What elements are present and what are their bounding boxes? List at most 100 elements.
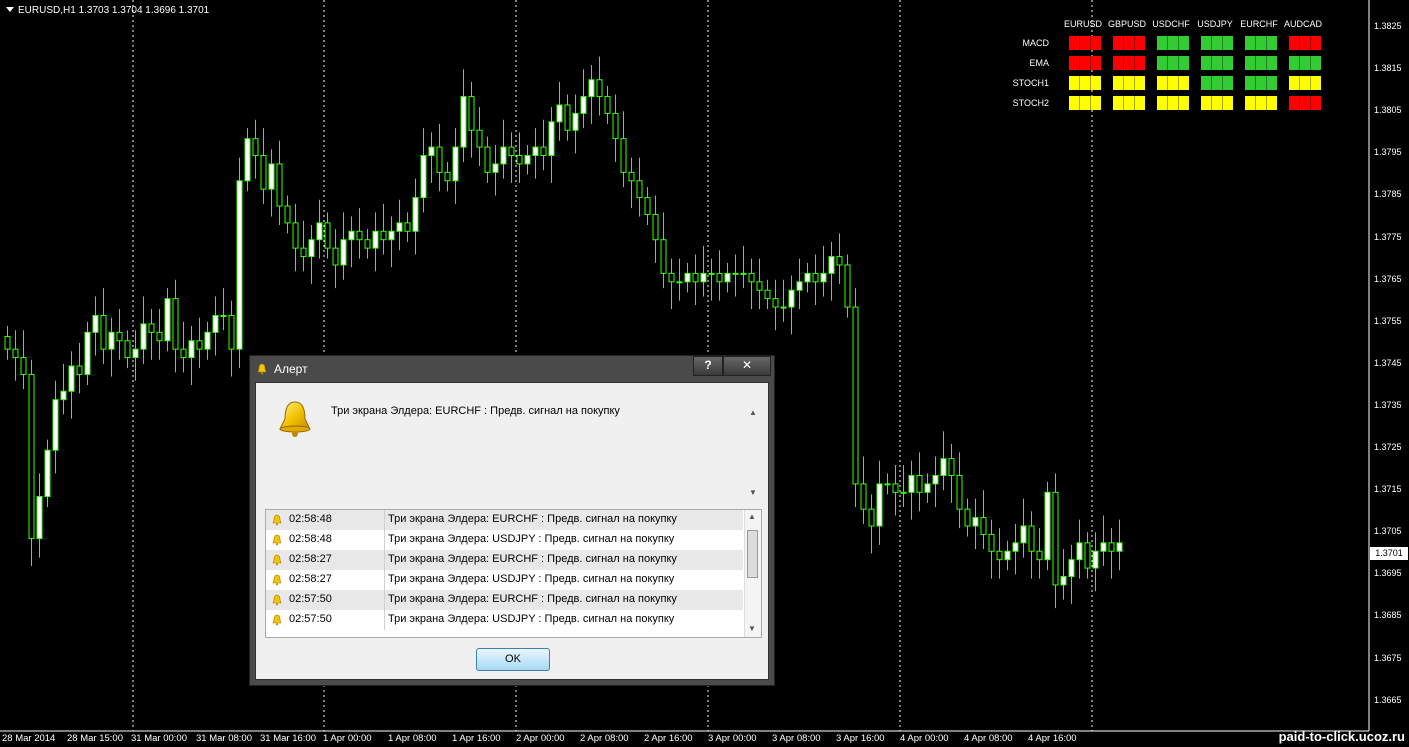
scroll-thumb[interactable] <box>747 530 758 578</box>
signal-cell-green <box>1201 36 1233 50</box>
price-tick-label: 1.3795 <box>1374 147 1402 158</box>
candle <box>44 439 51 508</box>
scroll-down-icon[interactable]: ▼ <box>749 488 757 497</box>
price-tick-label: 1.3755 <box>1374 315 1402 326</box>
bell-icon <box>272 534 282 546</box>
help-button[interactable]: ? <box>693 356 723 376</box>
time-tick-label: 28 Mar 2014 <box>2 733 56 744</box>
log-row[interactable]: 02:58:27 Три экрана Элдера: USDJPY : Пред… <box>266 570 743 590</box>
bell-icon <box>272 614 282 626</box>
scroll-up-icon[interactable]: ▲ <box>748 512 756 521</box>
signal-cell-yellow <box>1157 76 1189 90</box>
bell-icon <box>279 401 311 437</box>
time-tick-label: 2 Apr 08:00 <box>580 733 629 744</box>
signal-cell-green <box>1245 76 1277 90</box>
alert-dialog: Алерт ? ✕ Три экрана Элдера: EURCHF : Пр… <box>249 355 775 686</box>
price-tick-label: 1.3725 <box>1374 442 1402 452</box>
log-time: 02:58:27 <box>289 573 332 585</box>
matrix-column-header: GBPUSD <box>1107 19 1146 29</box>
signal-cell-yellow <box>1289 76 1321 90</box>
signal-cell-red <box>1113 56 1145 70</box>
time-tick-label: 1 Apr 16:00 <box>452 733 501 744</box>
time-tick-label: 4 Apr 16:00 <box>1028 733 1077 744</box>
matrix-column-header: EURCHF <box>1240 19 1278 29</box>
price-tick-label: 1.3735 <box>1374 399 1402 410</box>
log-time: 02:58:27 <box>289 553 332 565</box>
price-tick-label: 1.3675 <box>1374 652 1402 663</box>
price-tick-label: 1.3825 <box>1374 21 1402 31</box>
signal-cell-yellow <box>1113 96 1145 110</box>
dialog-title: Алерт <box>274 362 308 376</box>
time-tick-label: 1 Apr 00:00 <box>323 733 372 744</box>
dialog-body: Три экрана Элдера: EURCHF : Предв. сигна… <box>255 382 769 680</box>
log-row[interactable]: 02:58:48 Три экрана Элдера: USDJPY : Пред… <box>266 530 743 550</box>
price-tick-label: 1.3705 <box>1374 526 1402 537</box>
matrix-column-header: USDJPY <box>1197 19 1233 29</box>
bell-icon <box>272 574 282 586</box>
ok-button[interactable]: OK <box>476 648 550 671</box>
price-tick-label: 1.3665 <box>1374 694 1402 705</box>
log-scrollbar[interactable]: ▲ ▼ <box>744 510 761 637</box>
log-message: Три экрана Элдера: EURCHF : Предв. сигна… <box>388 593 677 605</box>
time-tick-label: 3 Apr 00:00 <box>708 733 757 744</box>
scroll-down-icon[interactable]: ▼ <box>748 624 756 633</box>
signal-cell-red <box>1069 36 1101 50</box>
bell-icon <box>272 554 282 566</box>
log-time: 02:57:50 <box>289 593 332 605</box>
signal-cell-green <box>1201 56 1233 70</box>
symbol-header: EURUSD,H1 1.3703 1.3704 1.3696 1.3701 <box>6 5 209 16</box>
current-price-tag: 1.3701 <box>1370 547 1408 560</box>
price-tick-label: 1.3815 <box>1374 63 1402 74</box>
signal-cell-yellow <box>1069 96 1101 110</box>
price-tick-label: 1.3685 <box>1374 610 1402 621</box>
log-row[interactable]: 02:58:48 Три экрана Элдера: EURCHF : Пред… <box>266 510 743 530</box>
column-divider <box>384 570 385 590</box>
log-time: 02:58:48 <box>289 533 332 545</box>
bell-icon <box>257 363 267 375</box>
message-area: Три экрана Элдера: EURCHF : Предв. сигна… <box>259 386 761 504</box>
signal-cell-red <box>1113 36 1145 50</box>
price-tick-label: 1.3805 <box>1374 105 1402 116</box>
time-tick-label: 3 Apr 08:00 <box>772 733 821 744</box>
bell-icon <box>272 514 282 526</box>
dropdown-triangle-icon[interactable] <box>6 7 14 12</box>
time-tick-label: 28 Mar 15:00 <box>67 733 123 744</box>
log-message: Три экрана Элдера: USDJPY : Предв. сигна… <box>388 613 675 625</box>
log-row[interactable]: 02:57:50 Три экрана Элдера: EURCHF : Пред… <box>266 590 743 610</box>
watermark: paid-to-click.ucoz.ru <box>1278 729 1405 744</box>
signal-cell-yellow <box>1069 76 1101 90</box>
signal-cell-red <box>1289 96 1321 110</box>
alert-log-list[interactable]: 02:58:48 Три экрана Элдера: EURCHF : Пред… <box>265 509 762 638</box>
matrix-column-header: AUDCAD <box>1283 19 1322 29</box>
signal-cell-yellow <box>1245 96 1277 110</box>
dialog-title-bar[interactable]: Алерт <box>256 359 308 379</box>
price-tick-label: 1.3695 <box>1374 568 1402 579</box>
price-tick-label: 1.3765 <box>1374 273 1402 284</box>
price-tick-label: 1.3775 <box>1374 231 1402 242</box>
scroll-up-icon[interactable]: ▲ <box>749 408 757 417</box>
log-row[interactable]: 02:57:50 Три экрана Элдера: USDJPY : Пред… <box>266 610 743 630</box>
alert-message: Три экрана Элдера: EURCHF : Предв. сигна… <box>331 405 620 417</box>
matrix-row-label: STOCH1 <box>1012 78 1049 88</box>
log-message: Три экрана Элдера: USDJPY : Предв. сигна… <box>388 533 675 545</box>
symbol-info: EURUSD,H1 1.3703 1.3704 1.3696 1.3701 <box>18 5 210 16</box>
matrix-row-label: STOCH2 <box>1012 98 1049 108</box>
candle <box>1044 481 1051 571</box>
time-tick-label: 1 Apr 08:00 <box>388 733 437 744</box>
candle <box>236 157 243 369</box>
time-tick-label: 2 Apr 16:00 <box>644 733 693 744</box>
signal-cell-green <box>1157 56 1189 70</box>
signal-cell-green <box>1245 36 1277 50</box>
log-time: 02:58:48 <box>289 513 332 525</box>
column-divider <box>384 590 385 610</box>
log-message: Три экрана Элдера: USDJPY : Предв. сигна… <box>388 573 675 585</box>
close-button[interactable]: ✕ <box>723 356 771 376</box>
signal-cell-red <box>1069 56 1101 70</box>
matrix-row-label: EMA <box>1029 58 1049 68</box>
price-tick-label: 1.3715 <box>1374 484 1402 495</box>
signal-cell-green <box>1157 36 1189 50</box>
price-tick-label: 1.3785 <box>1374 189 1402 200</box>
column-divider <box>384 610 385 630</box>
log-row[interactable]: 02:58:27 Три экрана Элдера: EURCHF : Пред… <box>266 550 743 570</box>
matrix-row-label: MACD <box>1022 38 1050 48</box>
